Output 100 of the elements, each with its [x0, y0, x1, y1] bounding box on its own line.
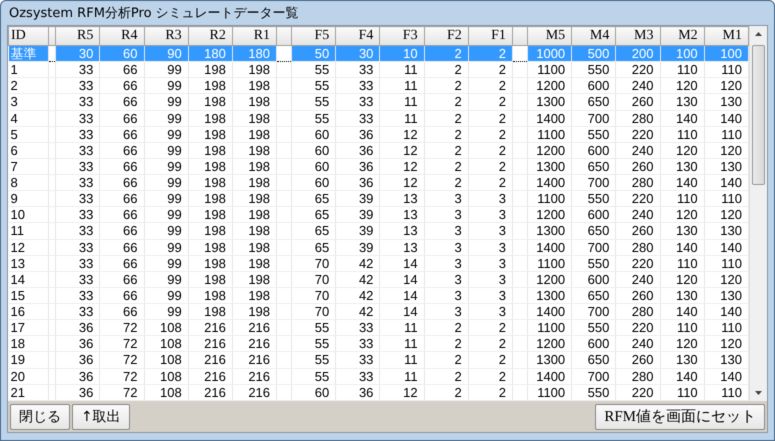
table-cell: 198	[188, 174, 232, 191]
table-cell: 2	[424, 142, 468, 158]
table-cell: 200	[616, 46, 660, 62]
table-cell: 11	[380, 78, 424, 94]
table-cell: 12	[380, 384, 424, 400]
table-cell: 33	[56, 62, 100, 78]
table-cell: 120	[660, 336, 704, 352]
table-cell: 280	[616, 174, 660, 191]
table-cell: 1200	[527, 78, 572, 94]
column-header[interactable]: F2	[424, 26, 468, 46]
table-cell: 55	[292, 352, 336, 368]
table-cell: 70	[292, 287, 336, 304]
column-header[interactable]: M4	[572, 26, 616, 46]
column-header[interactable]: F4	[336, 26, 380, 46]
column-header[interactable]: R4	[100, 26, 144, 46]
table-cell: 66	[100, 174, 144, 191]
column-header[interactable]: M3	[616, 26, 660, 46]
table-cell: 2	[424, 320, 468, 336]
table-cell: 1400	[527, 110, 572, 126]
table-cell: 2	[468, 336, 512, 352]
table-cell: 11	[380, 110, 424, 126]
table-cell: 99	[144, 78, 188, 94]
table-cell: 240	[616, 271, 660, 288]
window-title: Ozsystem RFM分析Pro シミュレートデーター覧	[8, 5, 300, 23]
table-cell: 66	[100, 206, 144, 223]
table-cell: 180	[232, 46, 277, 62]
table-cell: 60	[292, 158, 336, 174]
table-cell: 198	[188, 158, 232, 174]
table-cell: 2	[468, 158, 512, 174]
table-cell: 1300	[527, 287, 572, 304]
table-cell: 66	[100, 287, 144, 304]
table-cell: 11	[380, 94, 424, 110]
table-cell: 99	[144, 62, 188, 78]
table-cell: 280	[616, 110, 660, 126]
column-header[interactable]: R5	[56, 26, 100, 46]
table-cell: 2	[424, 46, 468, 62]
scroll-thumb[interactable]	[752, 45, 765, 185]
table-cell: 70	[292, 304, 336, 320]
table-cell: 36	[56, 336, 100, 352]
table-cell: 180	[188, 46, 232, 62]
table-cell: 39	[336, 190, 380, 207]
table-cell: 14	[380, 304, 424, 320]
table-cell: 55	[292, 110, 336, 126]
column-header[interactable]: R1	[232, 26, 277, 46]
column-header[interactable]: F5	[292, 26, 336, 46]
column-header[interactable]: ID	[8, 26, 49, 46]
table-cell: 240	[616, 142, 660, 158]
table-cell: 33	[56, 255, 100, 272]
table-cell: 99	[144, 158, 188, 174]
set-rfm-button[interactable]: RFM値を画面にセット	[595, 404, 765, 430]
table-cell: 140	[660, 239, 704, 256]
table-cell: 66	[100, 78, 144, 94]
table-cell: 3	[468, 190, 512, 207]
column-header[interactable]: M5	[527, 26, 572, 46]
table-cell: 220	[616, 126, 660, 142]
table-cell: 55	[292, 78, 336, 94]
column-header[interactable]: F1	[468, 26, 512, 46]
table-cell: 12	[380, 158, 424, 174]
table-cell: 130	[660, 94, 704, 110]
table-cell: 1100	[527, 62, 572, 78]
table-cell: 650	[572, 94, 616, 110]
table-cell: 3	[424, 255, 468, 272]
table-cell: 198	[188, 255, 232, 272]
table-cell: 33	[336, 78, 380, 94]
table-cell: 33	[56, 304, 100, 320]
scrollbar[interactable]	[749, 26, 767, 401]
toolbar-button[interactable]: ↑取出	[72, 404, 130, 430]
table-cell: 240	[616, 336, 660, 352]
table-cell: 700	[572, 239, 616, 256]
toolbar-button[interactable]: 閉じる	[10, 404, 70, 430]
column-header[interactable]: R2	[188, 26, 232, 46]
table-cell: 216	[188, 368, 232, 384]
table-cell: 140	[660, 304, 704, 320]
column-header[interactable]: M1	[704, 26, 748, 46]
table-cell: 700	[572, 110, 616, 126]
table-cell: 1300	[527, 352, 572, 368]
table-cell: 33	[336, 352, 380, 368]
table-cell: 12	[380, 126, 424, 142]
table-cell: 1100	[527, 320, 572, 336]
column-header[interactable]: F3	[380, 26, 424, 46]
table-cell: 216	[188, 352, 232, 368]
table-cell: 60	[292, 126, 336, 142]
table-cell: 70	[292, 271, 336, 288]
table-cell: 基準	[8, 46, 49, 62]
table-cell: 65	[292, 206, 336, 223]
table-cell: 108	[144, 336, 188, 352]
column-header[interactable]: M2	[660, 26, 704, 46]
table-cell: 260	[616, 222, 660, 239]
data-grid[interactable]	[8, 26, 749, 401]
table-cell: 33	[56, 287, 100, 304]
table-cell: 600	[572, 206, 616, 223]
table-cell: 260	[616, 158, 660, 174]
table-cell: 33	[56, 158, 100, 174]
table-cell: 2	[468, 110, 512, 126]
column-header[interactable]: R3	[144, 26, 188, 46]
table-cell: 1400	[527, 239, 572, 256]
table-cell: 100	[704, 46, 748, 62]
table-cell: 198	[188, 239, 232, 256]
table-cell: 198	[188, 190, 232, 207]
table-cell: 11	[380, 352, 424, 368]
